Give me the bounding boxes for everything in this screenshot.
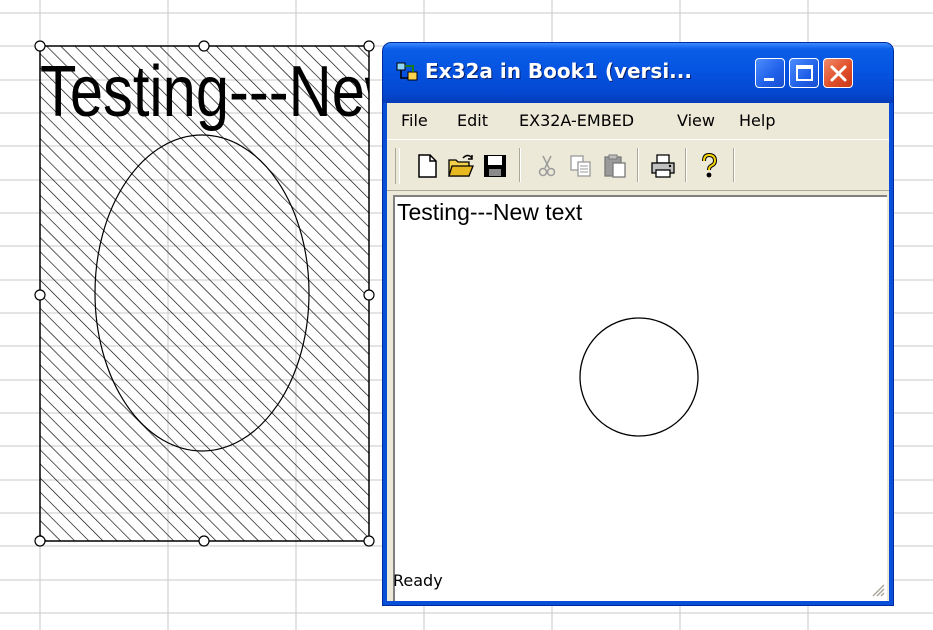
resize-handle-bottom-right[interactable]: [363, 535, 375, 547]
open-icon[interactable]: [447, 152, 475, 180]
resize-handle-bottom[interactable]: [198, 535, 210, 547]
menu-edit[interactable]: Edit: [457, 111, 488, 130]
document-circle: [579, 317, 699, 437]
toolbar-separator: [519, 148, 521, 182]
ole-text: Testing---New: [40, 52, 409, 132]
cut-icon[interactable]: [533, 152, 561, 180]
minimize-button[interactable]: [755, 58, 785, 88]
title-bar[interactable]: Ex32a in Book1 (versi...: [383, 43, 893, 103]
menu-help[interactable]: Help: [739, 111, 775, 130]
resize-handle-top[interactable]: [198, 40, 210, 52]
menu-bar: File Edit EX32A-EMBED View Help: [387, 103, 889, 137]
minimize-icon: [764, 78, 774, 81]
resize-grip-icon[interactable]: [871, 583, 885, 597]
close-icon: [830, 65, 847, 82]
toolbar-separator: [685, 148, 687, 182]
maximize-button[interactable]: [789, 58, 819, 88]
help-icon[interactable]: [695, 152, 723, 180]
menu-ex32a-embed[interactable]: EX32A-EMBED: [519, 111, 634, 130]
toolbar: [387, 139, 889, 191]
resize-handle-top-right[interactable]: [363, 40, 375, 52]
paste-icon[interactable]: [601, 152, 629, 180]
new-icon[interactable]: [413, 152, 441, 180]
resize-handle-left[interactable]: [34, 289, 46, 301]
menu-view[interactable]: View: [677, 111, 715, 130]
toolbar-separator: [733, 148, 735, 182]
status-text: Ready: [393, 571, 443, 590]
save-icon[interactable]: [481, 152, 509, 180]
app-window[interactable]: Ex32a in Book1 (versi... File Edit EX32A…: [383, 43, 893, 605]
resize-handle-top-left[interactable]: [34, 40, 46, 52]
app-icon[interactable]: [395, 60, 419, 84]
menu-file[interactable]: File: [401, 111, 428, 130]
toolbar-separator: [637, 148, 639, 182]
maximize-icon: [796, 65, 813, 81]
status-bar: Ready: [387, 561, 889, 601]
close-button[interactable]: [823, 58, 853, 88]
document-view[interactable]: Testing---New text: [393, 195, 887, 601]
window-client: File Edit EX32A-EMBED View Help Testing-…: [387, 103, 889, 601]
print-icon[interactable]: [649, 152, 677, 180]
document-text: Testing---New text: [397, 199, 583, 225]
resize-handle-right[interactable]: [363, 289, 375, 301]
window-title: Ex32a in Book1 (versi...: [425, 59, 692, 83]
toolbar-grip[interactable]: [395, 148, 400, 184]
resize-handle-bottom-left[interactable]: [34, 535, 46, 547]
copy-icon[interactable]: [567, 152, 595, 180]
